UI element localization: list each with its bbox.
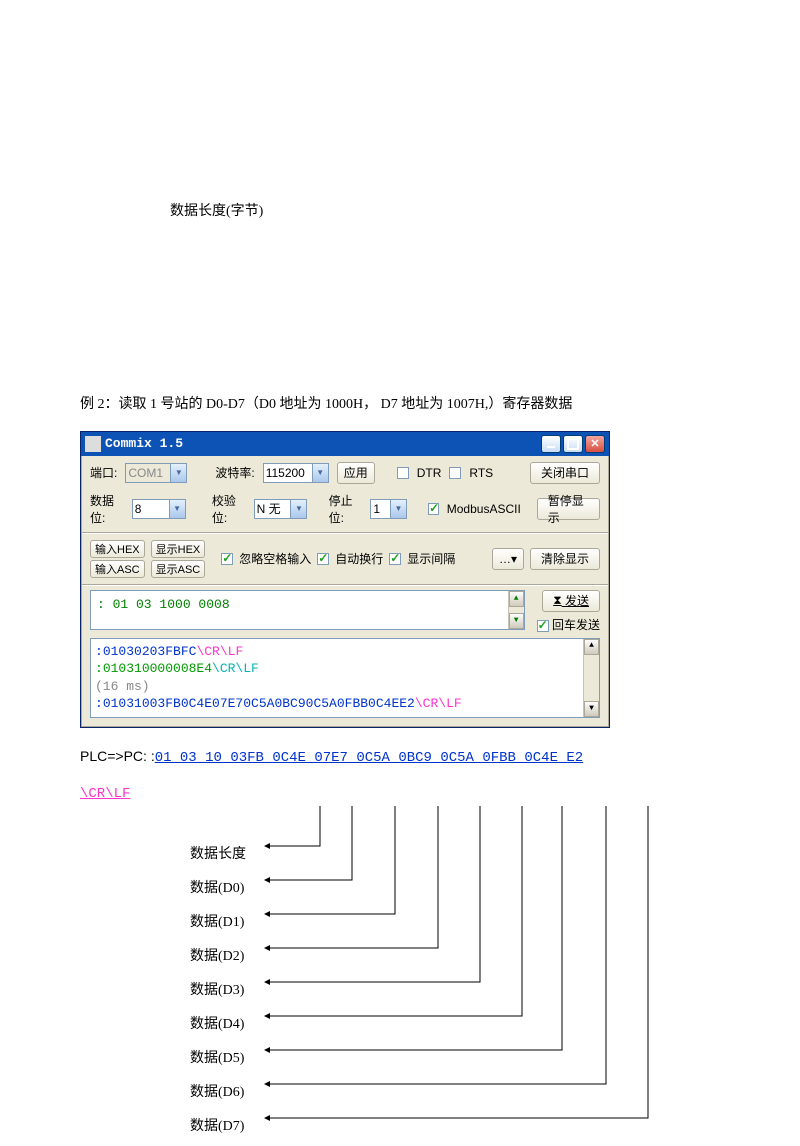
scrollbar[interactable]: ▲ ▼	[583, 639, 599, 717]
chevron-down-icon: ▼	[169, 500, 185, 518]
chevron-down-icon: ▼	[290, 500, 306, 518]
show-gap-checkbox[interactable]	[389, 553, 401, 565]
diagram-label: 数据(D5)	[190, 1040, 246, 1074]
show-asc-button[interactable]: 显示ASC	[151, 560, 206, 578]
modbus-label: ModbusASCII	[447, 502, 521, 516]
pause-display-button[interactable]: 暂停显示	[537, 498, 600, 520]
dtr-label: DTR	[417, 466, 442, 480]
auto-wrap-checkbox[interactable]	[317, 553, 329, 565]
show-gap-label: 显示间隔	[407, 550, 455, 567]
modbus-checkbox[interactable]	[428, 503, 439, 515]
chevron-down-icon: ▼	[390, 500, 406, 518]
timer-icon: ⧗	[553, 593, 561, 608]
baud-label: 波特率:	[215, 464, 254, 481]
baud-select[interactable]: 115200▼	[263, 463, 329, 483]
diagram-label: 数据(D0)	[190, 870, 246, 904]
plc-prefix: PLC=>PC: :	[80, 748, 155, 764]
diagram-label: 数据(D2)	[190, 938, 246, 972]
plc-crlf: \CR\LF	[80, 786, 130, 802]
data-length-label: 数据长度(字节)	[170, 200, 720, 220]
parity-label: 校验位:	[212, 492, 246, 526]
diagram-lines	[40, 806, 660, 1146]
chevron-down-icon: ▼	[312, 464, 328, 482]
diagram-label: 数据(D3)	[190, 972, 246, 1006]
show-hex-button[interactable]: 显示HEX	[151, 540, 206, 558]
input-hex-button[interactable]: 输入HEX	[90, 540, 145, 558]
window-title: Commix 1.5	[105, 436, 541, 451]
plc-response-line: PLC=>PC: :01 03 10 03FB 0C4E 07E7 0C5A 0…	[80, 748, 720, 766]
ignore-space-label: 忽略空格输入	[239, 550, 311, 567]
diagram-label: 数据(D1)	[190, 904, 246, 938]
scroll-down-icon[interactable]: ▼	[509, 613, 524, 629]
rts-checkbox[interactable]	[449, 467, 461, 479]
app-icon	[85, 436, 101, 452]
apply-button[interactable]: 应用	[337, 462, 375, 484]
diagram-label: 数据(D7)	[190, 1108, 246, 1142]
more-button[interactable]: …▾	[492, 548, 524, 570]
titlebar[interactable]: Commix 1.5	[81, 432, 609, 456]
commix-window: Commix 1.5 端口: COM1▼ 波特率: 115200▼ 应用	[80, 431, 610, 728]
plc-data: 01 03 10 03FB 0C4E 07E7 0C5A 0BC9 0C5A 0…	[155, 750, 583, 766]
input-asc-button[interactable]: 输入ASC	[90, 560, 145, 578]
scrollbar[interactable]: ▲ ▼	[508, 591, 524, 629]
diagram-label: 数据(D6)	[190, 1074, 246, 1108]
scroll-up-icon[interactable]: ▲	[584, 639, 599, 655]
parity-select[interactable]: N 无▼	[254, 499, 308, 519]
stopbits-select[interactable]: 1▼	[370, 499, 407, 519]
scroll-up-icon[interactable]: ▲	[509, 591, 524, 607]
diagram-label: 数据(D4)	[190, 1006, 246, 1040]
stopbits-label: 停止位:	[329, 492, 363, 526]
data-field-diagram: 数据长度 数据(D0) 数据(D1) 数据(D2) 数据(D3) 数据(D4) …	[40, 806, 660, 1146]
chevron-down-icon: ▼	[170, 464, 186, 482]
command-input[interactable]: : 01 03 1000 0008 ▲ ▼	[90, 590, 525, 630]
scroll-down-icon[interactable]: ▼	[584, 701, 599, 717]
port-select[interactable]: COM1▼	[125, 463, 187, 483]
clear-display-button[interactable]: 清除显示	[530, 548, 600, 570]
ignore-space-checkbox[interactable]	[221, 553, 233, 565]
output-area[interactable]: :01030203FBFC\CR\LF :010310000008E4\CR\L…	[90, 638, 600, 718]
port-label: 端口:	[90, 464, 117, 481]
maximize-button[interactable]	[563, 435, 583, 453]
rts-label: RTS	[469, 466, 493, 480]
dtr-checkbox[interactable]	[397, 467, 409, 479]
databits-select[interactable]: 8▼	[132, 499, 186, 519]
diagram-label: 数据长度	[190, 836, 246, 870]
databits-label: 数据位:	[90, 492, 124, 526]
auto-wrap-label: 自动换行	[335, 550, 383, 567]
enter-send-label: 回车发送	[552, 618, 600, 632]
enter-send-checkbox[interactable]	[537, 620, 549, 632]
close-button[interactable]	[585, 435, 605, 453]
minimize-button[interactable]	[541, 435, 561, 453]
example-description: 例 2：读取 1 号站的 D0-D7（D0 地址为 1000H， D7 地址为 …	[80, 390, 720, 421]
close-port-button[interactable]: 关闭串口	[530, 462, 600, 484]
send-button[interactable]: ⧗ 发送	[542, 590, 600, 612]
